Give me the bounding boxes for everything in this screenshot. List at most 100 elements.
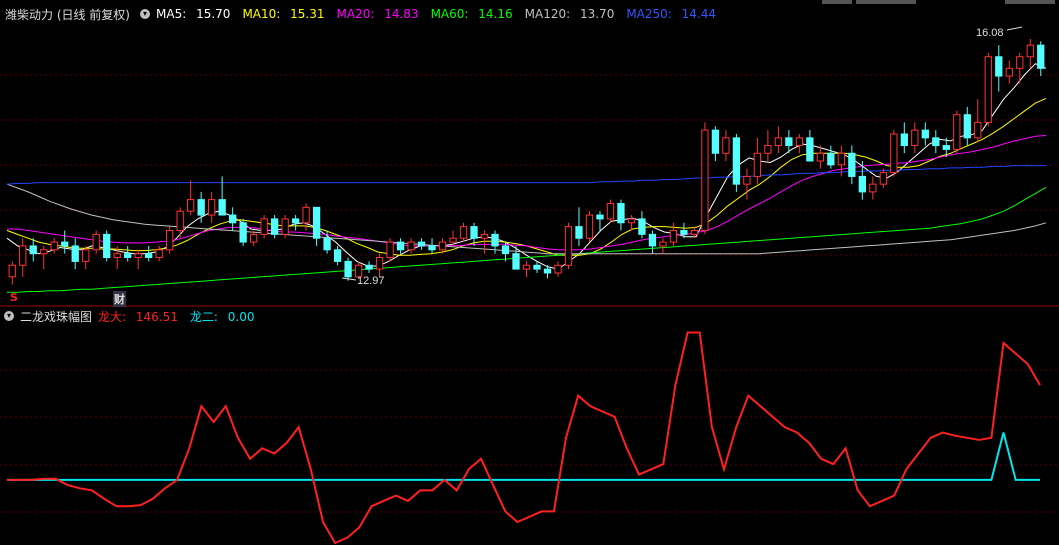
candle[interactable] — [953, 110, 961, 154]
candle[interactable] — [1016, 52, 1024, 84]
candle[interactable] — [575, 207, 583, 246]
candle[interactable] — [638, 211, 646, 239]
candle[interactable] — [417, 238, 426, 250]
candle[interactable] — [606, 199, 615, 223]
candle[interactable] — [627, 215, 636, 231]
candle[interactable] — [722, 130, 730, 161]
candle-body — [428, 245, 436, 251]
ma120-legend: MA120: 13.70 — [524, 7, 615, 21]
candle[interactable] — [155, 245, 163, 262]
main-legend: 潍柴动力 (日线 前复权) ▾ MA5: 15.70 MA10: 15.31 M… — [0, 5, 728, 23]
candle[interactable] — [816, 145, 825, 169]
candle-body — [1005, 67, 1013, 77]
candle[interactable] — [428, 238, 436, 254]
candle-body — [617, 202, 625, 224]
candle[interactable] — [239, 218, 247, 246]
top-tab-1[interactable] — [822, 0, 852, 4]
candle-body — [312, 206, 321, 239]
candle[interactable] — [333, 245, 342, 266]
candle[interactable] — [103, 230, 111, 262]
candle[interactable] — [596, 211, 604, 231]
candle[interactable] — [8, 261, 16, 285]
candle[interactable] — [659, 238, 667, 254]
candle[interactable] — [585, 211, 594, 243]
candle[interactable] — [480, 230, 489, 254]
candle[interactable] — [795, 133, 804, 154]
candle[interactable] — [669, 222, 678, 246]
candle[interactable] — [1026, 38, 1034, 69]
candle[interactable] — [375, 253, 384, 277]
candle[interactable] — [827, 145, 835, 169]
candle[interactable] — [911, 122, 919, 154]
candle[interactable] — [40, 245, 48, 270]
candle-body — [743, 175, 751, 185]
candle[interactable] — [743, 168, 751, 200]
candle[interactable] — [281, 215, 289, 239]
candle-body — [795, 137, 804, 147]
candle[interactable] — [187, 180, 195, 216]
candle[interactable] — [124, 245, 132, 262]
candle[interactable] — [984, 52, 992, 127]
candle[interactable] — [344, 257, 352, 281]
long-er-legend: 龙二: 0.00 — [189, 309, 255, 324]
candle[interactable] — [963, 106, 971, 146]
candle-body — [291, 218, 300, 224]
candle[interactable] — [732, 133, 741, 192]
candle[interactable] — [648, 230, 657, 254]
candle[interactable] — [459, 222, 468, 243]
candle[interactable] — [764, 130, 772, 161]
candle-body — [627, 218, 636, 224]
top-tab-3[interactable] — [1005, 0, 1055, 4]
candle[interactable] — [260, 215, 268, 239]
candle[interactable] — [711, 126, 720, 161]
candle[interactable] — [995, 45, 1003, 92]
candle[interactable] — [869, 176, 877, 200]
candle[interactable] — [365, 261, 373, 273]
candle[interactable] — [806, 130, 814, 162]
candle[interactable] — [890, 130, 898, 177]
candle[interactable] — [396, 238, 405, 254]
event-s-marker[interactable]: S — [10, 291, 18, 304]
candle[interactable] — [145, 245, 153, 262]
candle[interactable] — [29, 238, 37, 262]
candle-body — [71, 245, 79, 262]
candle[interactable] — [134, 249, 142, 270]
candle[interactable] — [386, 238, 394, 262]
candle[interactable] — [291, 215, 300, 231]
candle[interactable] — [1037, 41, 1045, 77]
candle[interactable] — [879, 168, 887, 189]
candle[interactable] — [82, 245, 90, 270]
candle[interactable] — [554, 261, 562, 277]
stock-chart[interactable]: 16.08 12.97 — [0, 0, 1059, 545]
candle[interactable] — [71, 238, 79, 270]
candle[interactable] — [701, 122, 709, 235]
candle-body — [942, 145, 950, 150]
high-annotation: 16.08 — [976, 26, 1023, 39]
candle[interactable] — [407, 238, 415, 254]
candle[interactable] — [50, 238, 58, 254]
candle[interactable] — [176, 207, 184, 239]
legend-menu-icon[interactable]: ▾ — [140, 9, 150, 19]
candle[interactable] — [774, 126, 783, 154]
candle[interactable] — [564, 222, 573, 270]
candle[interactable] — [617, 199, 625, 231]
candle[interactable] — [312, 206, 321, 246]
candle[interactable] — [19, 238, 27, 277]
candle-body — [680, 230, 688, 235]
candle[interactable] — [208, 191, 216, 223]
candle[interactable] — [921, 122, 929, 146]
event-cai-marker[interactable]: 财 — [113, 291, 126, 307]
candle[interactable] — [900, 122, 908, 154]
indicator-menu-icon[interactable]: ▾ — [4, 311, 14, 321]
candle[interactable] — [932, 130, 940, 154]
candle[interactable] — [1005, 60, 1013, 84]
candle[interactable] — [166, 226, 174, 254]
candle[interactable] — [522, 261, 531, 277]
candle[interactable] — [753, 137, 762, 185]
candle[interactable] — [92, 230, 100, 254]
candle[interactable] — [533, 261, 541, 273]
candle[interactable] — [61, 230, 69, 254]
candle[interactable] — [270, 215, 279, 239]
candle[interactable] — [848, 145, 856, 185]
top-tab-2[interactable] — [856, 0, 916, 4]
